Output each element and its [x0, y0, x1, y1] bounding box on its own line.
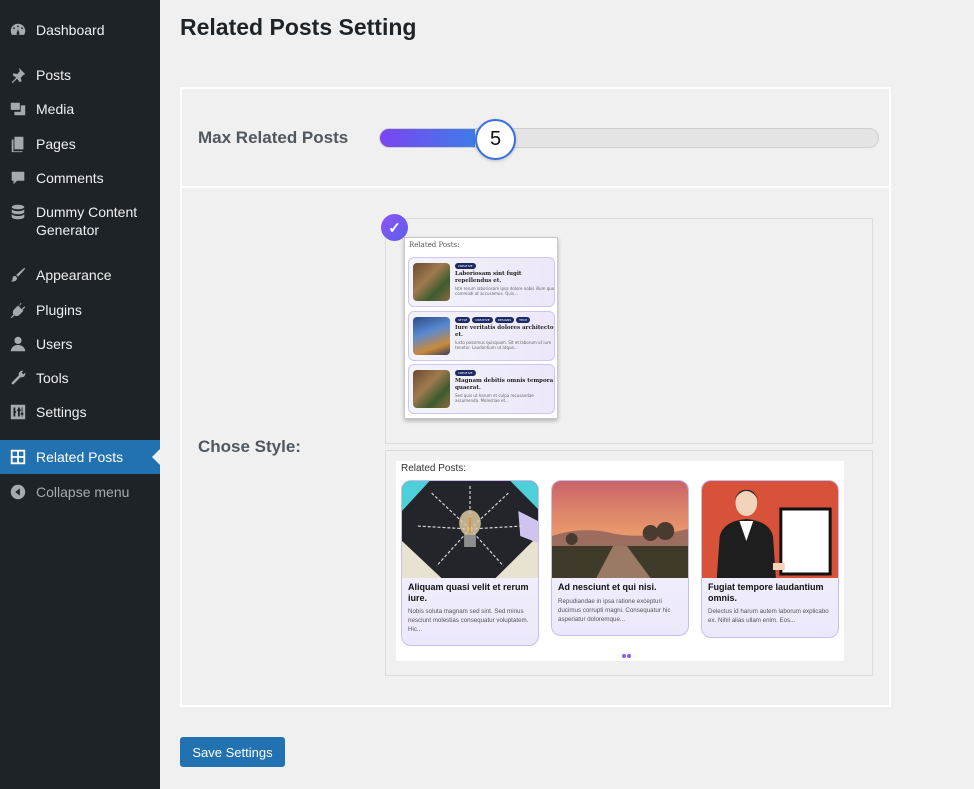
preview-card-title: Fugiat tempore laudantium omnis. — [708, 582, 824, 603]
preview-card-text: Repudiandae in ipsa ratione excepturi du… — [558, 598, 671, 623]
style-1-preview: Related Posts: CREATIVE Laboriosam sint … — [404, 237, 558, 419]
plugin-icon — [8, 300, 28, 320]
chose-style-label: Chose Style: — [198, 437, 301, 456]
preview-card-title: Aliquam quasi velit et rerum iure. — [408, 582, 529, 603]
sidebar-item-label: Comments — [36, 170, 104, 186]
preview-thumbnail — [413, 263, 450, 301]
preview-tag: CREATIVE — [472, 317, 493, 323]
sidebar-item-settings[interactable]: Settings — [0, 402, 160, 422]
sidebar-item-users[interactable]: Users — [0, 334, 160, 354]
preview-thumbnail — [413, 370, 450, 408]
preview-heading: Related Posts: — [401, 463, 467, 474]
user-icon — [8, 334, 28, 354]
brush-icon — [8, 265, 28, 285]
admin-sidebar: Dashboard Posts Media Pages Comments Dum… — [0, 0, 160, 789]
grid-icon — [8, 447, 28, 467]
panel-divider — [180, 186, 891, 188]
slider-fill — [380, 129, 475, 147]
preview-card: Ad nesciunt et qui nisi. Repudiandae in … — [551, 480, 689, 636]
page-title: Related Posts Setting — [180, 14, 417, 40]
preview-card: Aliquam quasi velit et rerum iure. Nobis… — [401, 480, 539, 646]
sidebar-item-comments[interactable]: Comments — [0, 168, 160, 188]
sidebar-item-label: Dummy Content Generator — [36, 204, 138, 238]
preview-card-title: Laboriosam sint fugit repellendus et. — [455, 271, 522, 284]
collapse-icon — [8, 482, 28, 502]
preview-tag: DESIGNS — [494, 317, 515, 323]
media-icon — [8, 99, 28, 119]
preview-card-text: Delectus id harum autem laborum explicab… — [708, 608, 829, 624]
preview-card-title: Magnam debitis omnis tempora quaerat. — [455, 378, 554, 391]
sidebar-item-label: Plugins — [36, 302, 82, 318]
sidebar-item-pages[interactable]: Pages — [0, 134, 160, 154]
selected-check-icon: ✓ — [381, 214, 408, 241]
sidebar-item-dashboard[interactable]: Dashboard — [0, 20, 160, 40]
settings-icon — [8, 402, 28, 422]
sidebar-item-label: Posts — [36, 67, 72, 83]
sidebar-item-label: Users — [36, 336, 73, 352]
preview-tag: CREATIVE — [455, 263, 476, 269]
sidebar-item-label: Settings — [36, 404, 87, 420]
preview-card: CREATIVE Magnam debitis omnis tempora qu… — [408, 364, 555, 414]
preview-card: Fugiat tempore laudantium omnis. Delectu… — [701, 480, 839, 638]
preview-card-text: Iste rerum laboriosam ipsa dolore nobis … — [455, 286, 555, 296]
preview-card-title: Ad nesciunt et qui nisi. — [558, 582, 657, 592]
sunset-road-image — [552, 481, 688, 578]
carousel-dots[interactable] — [622, 654, 631, 658]
pin-icon — [8, 65, 28, 85]
preview-card-title: Iure veritatis dolores architecto et. — [455, 325, 554, 338]
lightbulb-image — [402, 481, 538, 578]
sidebar-item-dummy-content-generator[interactable]: Dummy Content Generator — [0, 202, 160, 239]
comment-icon — [8, 168, 28, 188]
wrench-icon — [8, 368, 28, 388]
pages-icon — [8, 134, 28, 154]
businesswoman-image — [702, 481, 838, 578]
sidebar-item-plugins[interactable]: Plugins — [0, 300, 160, 320]
max-related-posts-label: Max Related Posts — [198, 128, 349, 147]
sidebar-item-tools[interactable]: Tools — [0, 368, 160, 388]
sidebar-item-label: Dashboard — [36, 22, 105, 38]
style-2-preview: Related Posts: Aliquam quasi velit et re… — [396, 461, 844, 661]
sidebar-item-label: Appearance — [36, 267, 112, 283]
sidebar-item-label: Related Posts — [36, 449, 124, 465]
save-settings-button[interactable]: Save Settings — [180, 737, 285, 767]
sidebar-item-appearance[interactable]: Appearance — [0, 265, 160, 285]
collapse-menu-button[interactable]: Collapse menu — [0, 482, 160, 502]
preview-thumbnail — [413, 317, 450, 355]
sidebar-item-posts[interactable]: Posts — [0, 65, 160, 85]
preview-card-text: Sed quis ut harum et culpa recusandae as… — [455, 393, 534, 403]
preview-card: STYLE CREATIVE DESIGNS TECH Iure veritat… — [408, 311, 555, 361]
preview-tag: CREATIVE — [455, 370, 476, 376]
preview-heading: Related Posts: — [409, 241, 460, 249]
preview-tag: TECH — [516, 317, 531, 323]
preview-card: CREATIVE Laboriosam sint fugit repellend… — [408, 257, 555, 307]
sidebar-item-label: Tools — [36, 370, 69, 386]
preview-tag: STYLE — [455, 317, 471, 323]
max-posts-slider-track[interactable] — [379, 128, 879, 148]
preview-card-text: Iusto possimus quisquam. Sit et laborum … — [455, 340, 552, 350]
dashboard-icon — [8, 20, 28, 40]
database-icon — [8, 202, 28, 222]
preview-card-text: Nobis soluta magnam sed sint. Sed minus … — [408, 608, 529, 633]
sidebar-item-label: Media — [36, 101, 75, 117]
sidebar-item-media[interactable]: Media — [0, 99, 160, 119]
sidebar-item-related-posts[interactable]: Related Posts — [0, 440, 160, 474]
sidebar-item-label: Collapse menu — [36, 484, 130, 500]
sidebar-item-label: Pages — [36, 136, 76, 152]
max-posts-slider-thumb[interactable]: 5 — [475, 119, 516, 160]
